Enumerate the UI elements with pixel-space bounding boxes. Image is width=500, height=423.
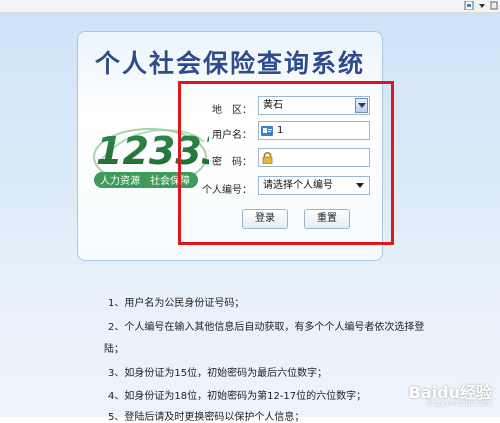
note-4: 4、如身份证为18位，初始密码为第12-17位的六位数字； — [108, 391, 367, 402]
highlight-box — [178, 81, 394, 245]
watermark-sub: jingyan.baidu.com — [427, 399, 492, 407]
page-title: 个人社会保险查询系统 — [94, 49, 365, 78]
note-2: 2、个人编号在输入其他信息后自动获取，有多个个人编号者依次选择登 — [108, 322, 425, 333]
baidu-watermark: Baidu经验 jingyan.baidu.com — [392, 379, 492, 409]
note-2-cont: 陆； — [104, 344, 124, 355]
note-1: 1、用户名为公民身份证号码； — [108, 298, 245, 309]
logo-slogan-left: 人力资源 — [100, 174, 140, 187]
note-3: 3、如身份证为15位，初始密码为最后六位数字； — [108, 368, 328, 379]
browser-toolbar — [0, 0, 500, 13]
dropdown-arrow-icon[interactable] — [477, 1, 487, 10]
note-5: 5、登陆后请及时更换密码以保护个人信息； — [108, 412, 305, 423]
page-icon[interactable] — [464, 1, 474, 10]
tools-icon[interactable] — [489, 1, 499, 10]
